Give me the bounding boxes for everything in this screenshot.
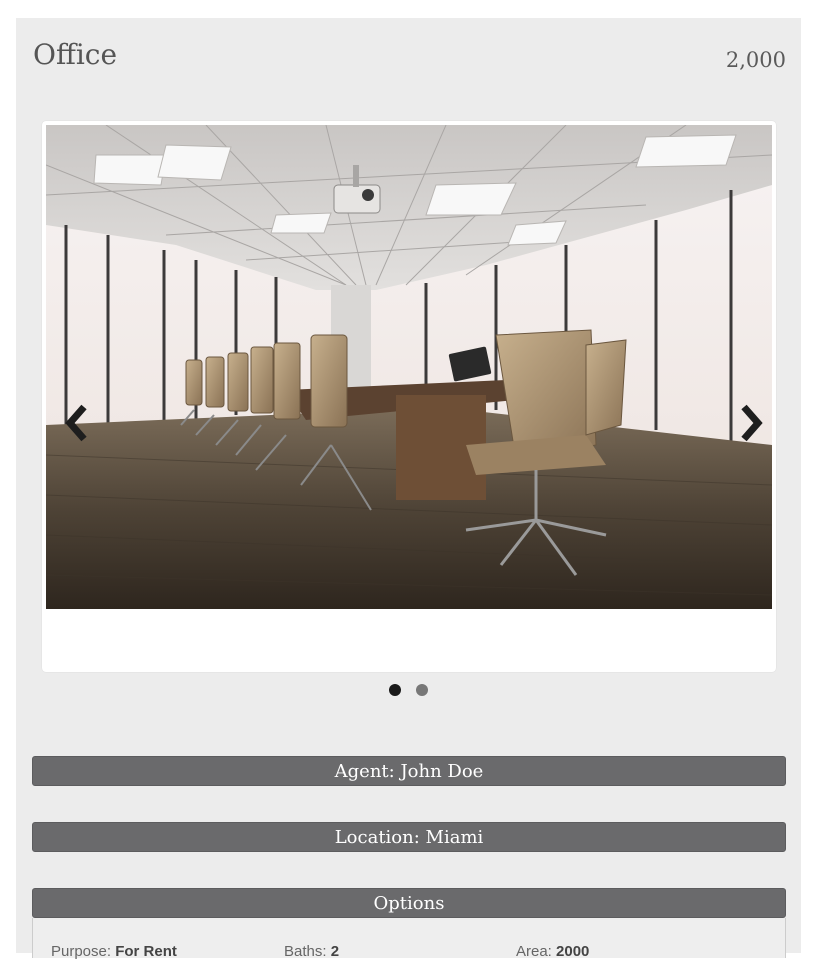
location-section-header[interactable]: Location: Miami [32,822,786,852]
option-baths-label: Baths: [284,943,327,960]
chevron-left-icon [65,404,87,442]
slide-dot[interactable] [416,684,429,696]
listing-title: Office [33,38,118,71]
slider-prev-button[interactable] [62,401,92,445]
slide-image [46,125,772,609]
agent-section-header[interactable]: Agent: John Doe [32,756,786,786]
slider-pagination [16,681,801,696]
chevron-right-icon [741,404,763,442]
slider-next-button[interactable] [736,401,766,445]
options-section-header[interactable]: Options [32,888,786,918]
option-area-label: Area: [516,943,552,960]
options-panel: Purpose: For Rent Baths: 2 Area: 2000 [32,918,786,960]
listing-card: Office 2,000 Agent: John Doe Location: M… [16,18,801,960]
slide-dot[interactable] [388,684,401,696]
option-area: Area: 2000 [516,943,589,960]
option-baths: Baths: 2 [284,943,339,960]
option-purpose-value: For Rent [115,943,177,960]
listing-price: 2,000 [725,48,786,72]
option-purpose-label: Purpose: [51,943,112,960]
option-baths-value: 2 [330,943,340,960]
option-purpose: Purpose: For Rent [51,943,177,960]
option-area-value: 2000 [556,943,590,960]
image-slider [42,121,776,672]
